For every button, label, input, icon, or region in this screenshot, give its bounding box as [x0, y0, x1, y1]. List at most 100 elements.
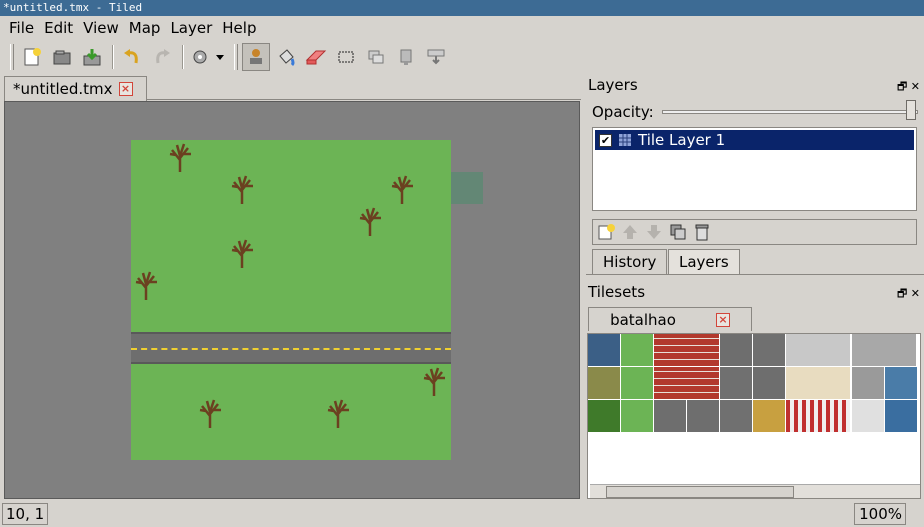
tile[interactable] — [786, 367, 850, 399]
close-tab-icon[interactable]: × — [118, 82, 133, 96]
tile[interactable] — [654, 334, 719, 366]
menubar: File Edit View Map Layer Help — [0, 16, 924, 40]
tree-icon — [391, 175, 413, 204]
tile[interactable] — [621, 400, 653, 432]
magic-wand-button[interactable] — [362, 43, 390, 71]
tree-icon — [327, 399, 349, 428]
dock-float-close-icon[interactable]: 🗗 ✕ — [897, 285, 920, 304]
tile[interactable] — [621, 334, 653, 366]
tile[interactable] — [654, 400, 686, 432]
tile[interactable] — [720, 400, 752, 432]
save-button[interactable] — [78, 43, 106, 71]
close-tileset-icon[interactable]: × — [715, 312, 730, 327]
tile[interactable] — [753, 367, 785, 399]
tile[interactable] — [885, 367, 917, 399]
random-mode-button[interactable] — [422, 43, 450, 71]
opacity-slider[interactable] — [662, 110, 918, 114]
opacity-label: Opacity: — [592, 103, 654, 121]
tree-icon — [359, 207, 381, 236]
tile[interactable] — [753, 400, 785, 432]
tileset-name: batalhao — [610, 310, 676, 329]
open-button[interactable] — [48, 43, 76, 71]
scrollbar-thumb[interactable] — [606, 486, 794, 498]
tab-label: *untitled.tmx — [13, 80, 113, 98]
lower-layer-icon[interactable] — [645, 223, 663, 241]
zoom-level[interactable]: 100% — [854, 503, 906, 525]
undo-icon — [124, 49, 138, 64]
toolbar-separator — [112, 45, 114, 69]
tile[interactable] — [687, 400, 719, 432]
tile[interactable] — [852, 367, 884, 399]
menu-view[interactable]: View — [78, 17, 124, 39]
tile[interactable] — [720, 367, 752, 399]
menu-file[interactable]: File — [4, 17, 39, 39]
delete-layer-icon[interactable] — [693, 223, 711, 241]
layers-title: Layers — [588, 76, 638, 94]
tab-history[interactable]: History — [592, 249, 668, 275]
layer-row[interactable]: ✔ Tile Layer 1 — [595, 130, 914, 150]
stamp-brush-button[interactable] — [242, 43, 270, 71]
tile[interactable] — [786, 400, 850, 432]
commands-button[interactable] — [188, 43, 228, 71]
tile[interactable] — [753, 334, 785, 366]
toolbar-grip[interactable] — [10, 44, 14, 70]
tileset-view[interactable] — [587, 333, 921, 499]
map-canvas[interactable] — [4, 101, 580, 499]
tab-layers[interactable]: Layers — [668, 249, 740, 275]
tree-icon — [423, 367, 445, 396]
document-tabbar: *untitled.tmx × — [4, 76, 581, 101]
map-area[interactable] — [131, 140, 451, 460]
select-same-tile-button[interactable] — [392, 43, 420, 71]
tile[interactable] — [588, 367, 620, 399]
menu-help[interactable]: Help — [217, 17, 261, 39]
toolbar-separator — [182, 45, 184, 69]
dock-float-close-icon[interactable]: 🗗 ✕ — [897, 78, 920, 97]
add-layer-icon[interactable] — [597, 223, 615, 241]
new-icon — [24, 48, 41, 66]
tile[interactable] — [786, 334, 850, 366]
tile[interactable] — [621, 367, 653, 399]
tile[interactable] — [588, 400, 620, 432]
tab-tileset[interactable]: batalhao × — [588, 307, 752, 331]
duplicate-layer-icon[interactable] — [669, 223, 687, 241]
menu-map[interactable]: Map — [124, 17, 166, 39]
eraser-icon — [305, 50, 327, 65]
tree-icon — [135, 271, 157, 300]
layer-name: Tile Layer 1 — [638, 131, 726, 149]
tab-untitled[interactable]: *untitled.tmx × — [4, 76, 147, 101]
tile[interactable] — [720, 334, 752, 366]
tile-grid[interactable] — [588, 334, 918, 433]
layers-dock-tabs: History Layers — [586, 249, 924, 275]
select-same-tile-icon — [400, 49, 412, 65]
rect-select-icon — [338, 51, 354, 63]
bucket-fill-button[interactable] — [272, 43, 300, 71]
bucket-fill-icon — [279, 49, 295, 67]
eraser-button[interactable] — [302, 43, 330, 71]
redo-button[interactable] — [148, 43, 176, 71]
tile[interactable] — [852, 400, 884, 432]
tree-icon — [231, 239, 253, 268]
redo-icon — [156, 49, 170, 64]
tile[interactable] — [885, 400, 917, 432]
toolbar-grip[interactable] — [234, 44, 238, 70]
rect-select-button[interactable] — [332, 43, 360, 71]
new-map-button[interactable] — [18, 43, 46, 71]
tile[interactable] — [588, 334, 620, 366]
tileset-horizontal-scrollbar[interactable] — [590, 484, 920, 498]
tile[interactable] — [852, 334, 916, 366]
layer-list[interactable]: ✔ Tile Layer 1 — [592, 127, 917, 211]
menu-layer[interactable]: Layer — [165, 17, 217, 39]
statusbar: 10, 1 100% — [0, 501, 924, 527]
tile[interactable] — [654, 367, 719, 399]
menu-edit[interactable]: Edit — [39, 17, 78, 39]
raise-layer-icon[interactable] — [621, 223, 639, 241]
tile-layer-icon — [619, 134, 631, 146]
opacity-slider-handle[interactable] — [906, 100, 916, 120]
layers-dock: Layers 🗗 ✕ Opacity: ✔ Tile Layer 1 Histo… — [586, 76, 924, 280]
undo-button[interactable] — [118, 43, 146, 71]
magic-wand-icon — [368, 50, 384, 64]
layer-visibility-checkbox[interactable]: ✔ — [599, 133, 612, 147]
tilesets-dock: Tilesets 🗗 ✕ batalhao × — [586, 283, 924, 499]
stamp-brush-icon — [250, 49, 262, 64]
tree-icon — [231, 175, 253, 204]
